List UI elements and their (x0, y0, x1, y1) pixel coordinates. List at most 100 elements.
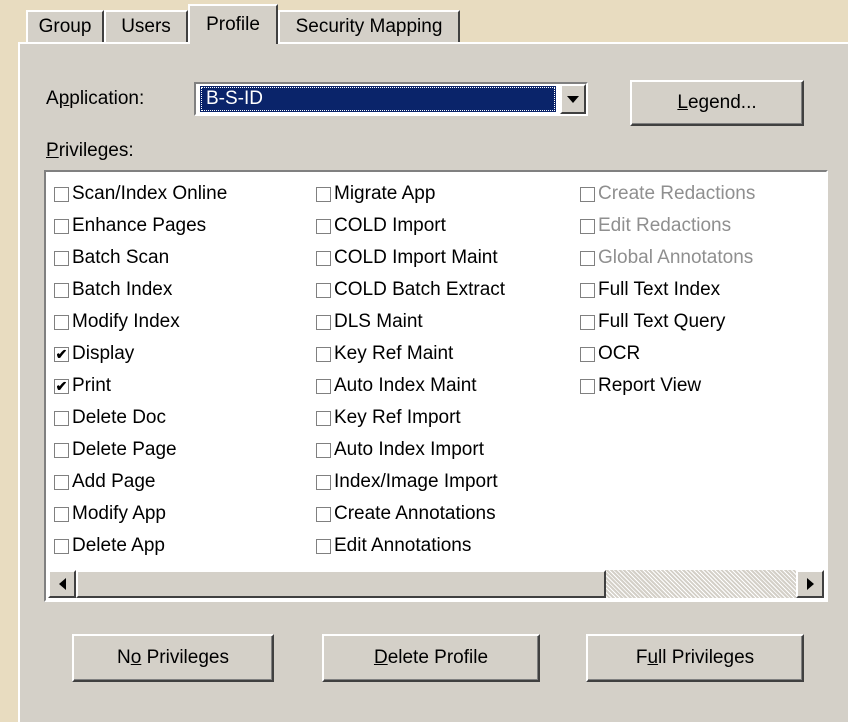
privileges-column-1: Scan/Index Online Enhance Pages Batch Scan… (54, 178, 227, 562)
privilege-checkbox[interactable]: ✔ (54, 378, 69, 394)
privilege-checkbox[interactable] (580, 378, 595, 394)
privilege-cold-batch-extract[interactable]: COLD Batch Extract (316, 274, 505, 306)
privilege-cold-import-maint[interactable]: COLD Import Maint (316, 242, 505, 274)
application-select[interactable]: B-S-ID (194, 82, 588, 116)
privilege-batch-scan[interactable]: Batch Scan (54, 242, 227, 274)
privilege-checkbox[interactable] (316, 218, 331, 234)
privilege-dls-maint[interactable]: DLS Maint (316, 306, 505, 338)
privilege-full-text-index[interactable]: Full Text Index (580, 274, 755, 306)
privilege-label: Delete App (72, 535, 165, 556)
privilege-report-view[interactable]: Report View (580, 370, 755, 402)
privilege-modify-index[interactable]: Modify Index (54, 306, 227, 338)
privilege-edit-annotations[interactable]: Edit Annotations (316, 530, 505, 562)
privilege-checkbox[interactable] (316, 282, 331, 298)
tab-security-mapping[interactable]: Security Mapping (278, 10, 460, 42)
privilege-label: Key Ref Import (334, 407, 461, 428)
privilege-modify-app[interactable]: Modify App (54, 498, 227, 530)
scrollbar-thumb[interactable] (76, 570, 606, 598)
privilege-label: Auto Index Maint (334, 375, 477, 396)
privileges-column-2: Migrate App COLD Import COLD Import Maint C… (316, 178, 505, 562)
privilege-delete-doc[interactable]: Delete Doc (54, 402, 227, 434)
privilege-checkbox[interactable] (54, 250, 69, 266)
privilege-checkbox[interactable] (54, 442, 69, 458)
privilege-checkbox[interactable] (316, 538, 331, 554)
full-privileges-button[interactable]: Full Privileges (586, 634, 804, 682)
tab-security-mapping-label: Security Mapping (295, 16, 443, 37)
privilege-scan-index-online[interactable]: Scan/Index Online (54, 178, 227, 210)
privilege-label: Edit Annotations (334, 535, 472, 556)
legend-button-label: Legend... (677, 92, 757, 113)
privilege-checkbox[interactable] (316, 378, 331, 394)
privilege-full-text-query[interactable]: Full Text Query (580, 306, 755, 338)
privilege-label: Print (72, 375, 112, 396)
chevron-down-icon (567, 95, 579, 103)
privilege-checkbox[interactable] (54, 314, 69, 330)
privilege-label: Report View (598, 375, 702, 396)
privilege-checkbox[interactable] (316, 410, 331, 426)
privilege-label: Create Redactions (598, 183, 756, 204)
privilege-enhance-pages[interactable]: Enhance Pages (54, 210, 227, 242)
privilege-label: DLS Maint (334, 311, 423, 332)
privilege-checkbox[interactable] (316, 346, 331, 362)
privilege-checkbox[interactable] (580, 282, 595, 298)
privilege-print[interactable]: ✔ Print (54, 370, 227, 402)
privilege-label: Display (72, 343, 135, 364)
privilege-label: Modify Index (72, 311, 180, 332)
privileges-list[interactable]: Scan/Index Online Enhance Pages Batch Scan… (44, 170, 828, 602)
privilege-label: Edit Redactions (598, 215, 732, 236)
privilege-ocr[interactable]: OCR (580, 338, 755, 370)
privilege-key-ref-import[interactable]: Key Ref Import (316, 402, 505, 434)
privilege-checkbox[interactable] (316, 186, 331, 202)
privilege-label: Create Annotations (334, 503, 496, 524)
application-dropdown-button[interactable] (560, 84, 586, 114)
privilege-delete-app[interactable]: Delete App (54, 530, 227, 562)
tab-users[interactable]: Users (104, 10, 188, 42)
privilege-migrate-app[interactable]: Migrate App (316, 178, 505, 210)
horizontal-scrollbar[interactable] (48, 570, 824, 598)
privilege-batch-index[interactable]: Batch Index (54, 274, 227, 306)
privilege-checkbox[interactable] (316, 314, 331, 330)
privilege-checkbox[interactable] (54, 410, 69, 426)
privilege-index-image-import[interactable]: Index/Image Import (316, 466, 505, 498)
privilege-checkbox[interactable] (580, 314, 595, 330)
tab-profile[interactable]: Profile (188, 4, 278, 44)
privilege-label: Add Page (72, 471, 156, 492)
privilege-display[interactable]: ✔ Display (54, 338, 227, 370)
arrow-left-icon (58, 578, 66, 590)
tab-group[interactable]: Group (26, 10, 104, 42)
privilege-label: Full Text Query (598, 311, 726, 332)
privilege-global-annotatons: Global Annotatons (580, 242, 755, 274)
scroll-right-button[interactable] (796, 570, 824, 598)
privilege-label: Scan/Index Online (72, 183, 228, 204)
privilege-checkbox[interactable] (54, 506, 69, 522)
privilege-add-page[interactable]: Add Page (54, 466, 227, 498)
privilege-auto-index-maint[interactable]: Auto Index Maint (316, 370, 505, 402)
privilege-checkbox (580, 218, 595, 234)
legend-button[interactable]: Legend... (630, 80, 804, 126)
privilege-label: Global Annotatons (598, 247, 754, 268)
no-privileges-button[interactable]: No Privileges (72, 634, 274, 682)
privilege-checkbox[interactable] (54, 474, 69, 490)
delete-profile-button[interactable]: Delete Profile (322, 634, 540, 682)
tab-group-label: Group (38, 16, 92, 37)
privilege-label: Modify App (72, 503, 166, 524)
privilege-checkbox[interactable]: ✔ (54, 346, 69, 362)
privilege-checkbox[interactable] (316, 442, 331, 458)
scroll-left-button[interactable] (48, 570, 76, 598)
privilege-label: COLD Import Maint (334, 247, 498, 268)
privilege-checkbox[interactable] (54, 218, 69, 234)
privilege-checkbox[interactable] (316, 250, 331, 266)
privilege-checkbox[interactable] (54, 538, 69, 554)
privilege-checkbox[interactable] (54, 186, 69, 202)
privilege-checkbox[interactable] (316, 474, 331, 490)
privilege-key-ref-maint[interactable]: Key Ref Maint (316, 338, 505, 370)
privilege-checkbox[interactable] (54, 282, 69, 298)
privilege-cold-import[interactable]: COLD Import (316, 210, 505, 242)
privilege-checkbox (580, 186, 595, 202)
privilege-delete-page[interactable]: Delete Page (54, 434, 227, 466)
privilege-auto-index-import[interactable]: Auto Index Import (316, 434, 505, 466)
privilege-checkbox[interactable] (316, 506, 331, 522)
privilege-create-annotations[interactable]: Create Annotations (316, 498, 505, 530)
privilege-checkbox[interactable] (580, 346, 595, 362)
delete-profile-button-label: Delete Profile (373, 647, 489, 668)
